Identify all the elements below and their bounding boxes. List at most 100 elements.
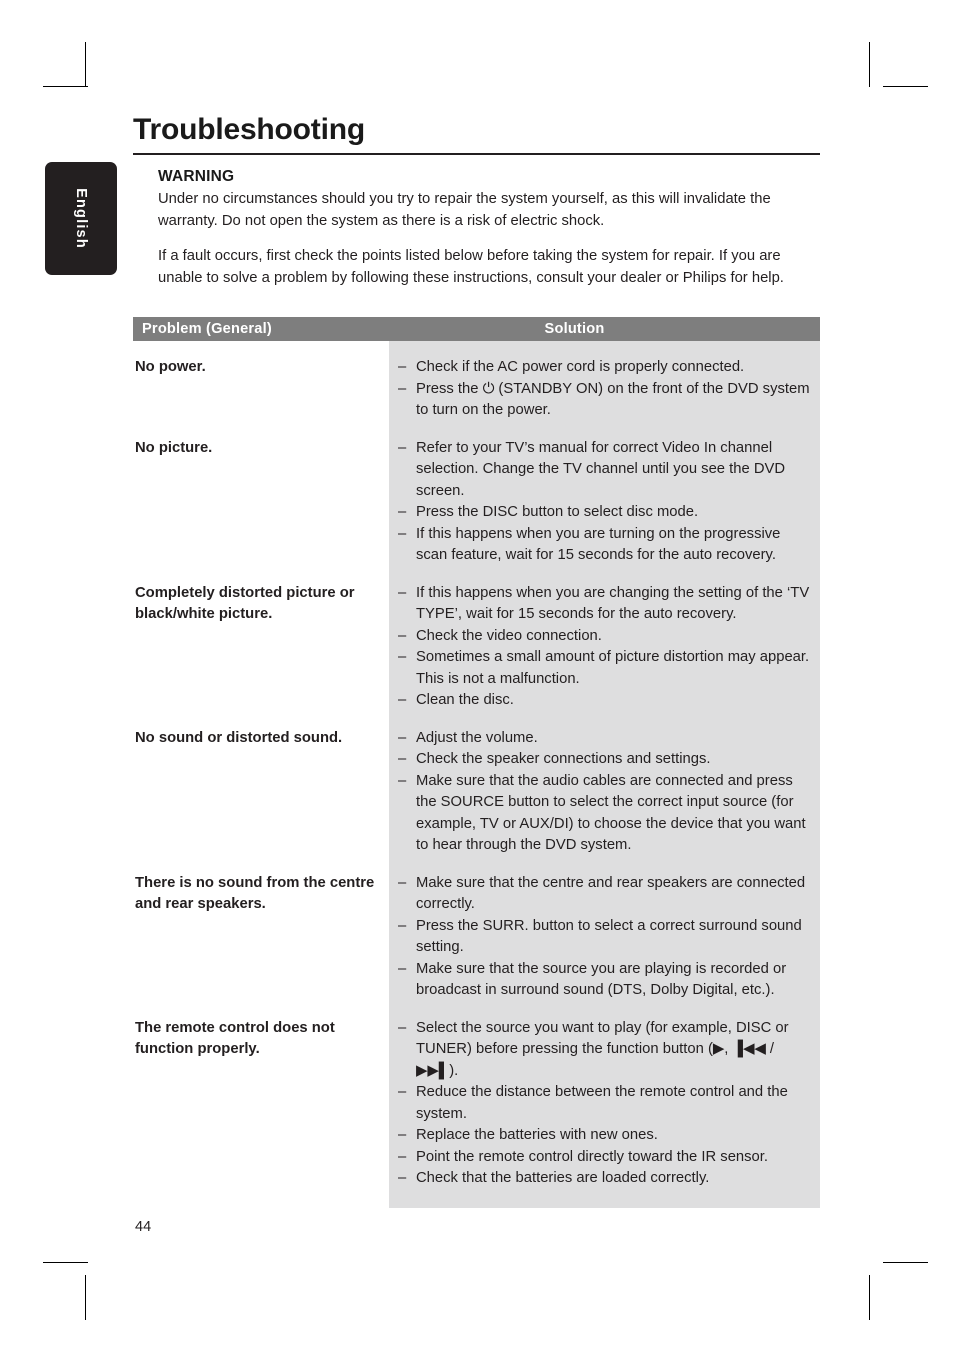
column-header-problem: Problem (General): [142, 321, 272, 337]
problem-cell: Completely distorted picture or black/wh…: [135, 584, 355, 623]
bullet-dash-icon: –: [398, 751, 407, 767]
solution-text: Check the speaker connections and settin…: [416, 751, 711, 767]
language-side-tab-label: English: [73, 188, 89, 249]
table-body: No power. – Check if the AC power cord is …: [133, 341, 820, 1208]
crop-mark-bottom-right-vertical: [869, 1275, 871, 1320]
bullet-dash-icon: –: [398, 380, 407, 397]
crop-mark-top-left-vertical: [85, 42, 87, 87]
crop-mark-bottom-left-horizontal: [43, 1262, 88, 1264]
problem-cell: The remote control does not function pro…: [135, 1019, 335, 1058]
problem-cell: There is no sound from the centre and re…: [135, 874, 375, 913]
solution-text: Make sure that the source you are playin…: [416, 960, 787, 999]
solution-text: Check if the AC power cord is properly c…: [416, 359, 745, 375]
bullet-dash-icon: –: [398, 504, 407, 520]
solution-item: – Make sure that the centre and rear spea…: [398, 873, 814, 916]
solution-item: – Adjust the volume.: [398, 728, 814, 750]
warning-heading: WARNING: [158, 168, 235, 185]
bullet-dash-icon: –: [398, 359, 407, 375]
solution-text: Adjust the volume.: [416, 729, 538, 746]
bullet-dash-icon: –: [398, 584, 407, 601]
table-row: No power. – Check if the AC power cord is …: [133, 341, 820, 422]
solution-item: – Make sure that the source you are playi…: [398, 959, 814, 1002]
solution-cell: – Make sure that the centre and rear spea…: [389, 873, 820, 1002]
title-divider: [133, 153, 820, 156]
solution-item: – Replace the batteries with new ones.: [398, 1125, 814, 1147]
solution-item: – Check if the AC power cord is properly …: [398, 357, 814, 379]
solution-text: Select the source you want to play (for …: [416, 1019, 789, 1079]
solution-item: – If this happens when you are changing t…: [398, 583, 814, 626]
solution-cell: – Adjust the volume. – Check the speaker co…: [389, 728, 820, 857]
solution-text: Press the ⏻ (STANDBY ON) on the front of…: [416, 380, 810, 419]
bullet-dash-icon: –: [398, 772, 407, 789]
solution-item: – Press the DISC button to select disc mo…: [398, 502, 814, 524]
bullet-dash-icon: –: [398, 1148, 407, 1165]
solution-item: – Sometimes a small amount of picture dis…: [398, 647, 814, 690]
intro-section: WARNING Under no circumstances should yo…: [158, 168, 820, 289]
troubleshooting-table: Problem (General) Solution No power. – Che…: [133, 317, 820, 1208]
solution-text: If this happens when you are turning on …: [416, 525, 781, 564]
page-title: Troubleshooting: [133, 113, 365, 146]
solution-item: – Check the video connection.: [398, 626, 814, 648]
solution-item: – Refer to your TV’s manual for correct V…: [398, 438, 814, 503]
bullet-dash-icon: –: [398, 1170, 407, 1186]
solution-text: Reduce the distance between the remote c…: [416, 1084, 788, 1122]
solution-item: – If this happens when you are turning on…: [398, 524, 814, 567]
solution-item: – Clean the disc.: [398, 690, 814, 712]
bullet-dash-icon: –: [398, 649, 407, 665]
page-number: 44: [135, 1219, 152, 1235]
warning-paragraph: Under no circumstances should you try to…: [158, 191, 771, 229]
bullet-dash-icon: –: [398, 1084, 407, 1100]
problem-cell: No picture.: [135, 439, 213, 456]
solution-text: Sometimes a small amount of picture dist…: [416, 649, 810, 687]
solution-text: Check the video connection.: [416, 627, 602, 644]
solution-text: Press the SURR. button to select a corre…: [416, 917, 802, 956]
bullet-dash-icon: –: [398, 960, 407, 977]
solution-cell: – Select the source you want to play (for…: [389, 1018, 820, 1190]
problem-cell: No sound or distorted sound.: [135, 729, 343, 746]
solution-cell: – Refer to your TV’s manual for correct V…: [389, 438, 820, 567]
solution-item: – Select the source you want to play (for…: [398, 1018, 814, 1083]
crop-mark-top-right-horizontal: [883, 86, 928, 88]
fault-paragraph: If a fault occurs, first check the point…: [158, 248, 784, 286]
solution-item: – Press the SURR. button to select a corr…: [398, 916, 814, 959]
solution-cell: – If this happens when you are changing t…: [389, 583, 820, 712]
solution-item: – Make sure that the audio cables are con…: [398, 771, 814, 857]
solution-text: Point the remote control directly toward…: [416, 1148, 769, 1165]
table-row: The remote control does not function pro…: [133, 1002, 820, 1208]
bullet-dash-icon: –: [398, 1127, 407, 1143]
solution-text: Make sure that the centre and rear speak…: [416, 874, 806, 913]
bullet-dash-icon: –: [398, 729, 407, 746]
table-row: No picture. – Refer to your TV’s manual fo…: [133, 422, 820, 567]
solution-item: – Reduce the distance between the remote …: [398, 1082, 814, 1125]
bullet-dash-icon: –: [398, 627, 407, 644]
table-row: There is no sound from the centre and re…: [133, 857, 820, 1002]
bullet-dash-icon: –: [398, 917, 407, 934]
solution-item: – Point the remote control directly towar…: [398, 1147, 814, 1169]
crop-mark-top-left-horizontal: [43, 86, 88, 88]
column-header-solution: Solution: [544, 321, 605, 337]
language-side-tab: English: [45, 162, 117, 275]
solution-text: If this happens when you are changing th…: [416, 584, 810, 623]
solution-text: Refer to your TV’s manual for correct Vi…: [416, 439, 786, 499]
problem-cell: No power.: [135, 359, 206, 375]
solution-text: Press the DISC button to select disc mod…: [416, 504, 699, 520]
bullet-dash-icon: –: [398, 525, 407, 542]
solution-text: Replace the batteries with new ones.: [416, 1127, 658, 1143]
solution-item: – Press the ⏻ (STANDBY ON) on the front o…: [398, 379, 814, 422]
bullet-dash-icon: –: [398, 874, 407, 891]
table-header-row: Problem (General) Solution: [133, 317, 820, 341]
solution-text: Clean the disc.: [416, 692, 514, 708]
bullet-dash-icon: –: [398, 692, 407, 708]
solution-item: – Check that the batteries are loaded cor…: [398, 1168, 814, 1190]
solution-cell: – Check if the AC power cord is properly …: [389, 357, 820, 422]
crop-mark-top-right-vertical: [869, 42, 871, 87]
bullet-dash-icon: –: [398, 1019, 407, 1036]
crop-mark-bottom-right-horizontal: [883, 1262, 928, 1264]
crop-mark-bottom-left-vertical: [85, 1275, 87, 1320]
bullet-dash-icon: –: [398, 439, 407, 456]
table-row: No sound or distorted sound. – Adjust the …: [133, 712, 820, 857]
solution-item: – Check the speaker connections and setti…: [398, 749, 814, 771]
table-row: Completely distorted picture or black/wh…: [133, 567, 820, 712]
solution-text: Make sure that the audio cables are conn…: [416, 772, 806, 854]
solution-text: Check that the batteries are loaded corr…: [416, 1170, 710, 1186]
